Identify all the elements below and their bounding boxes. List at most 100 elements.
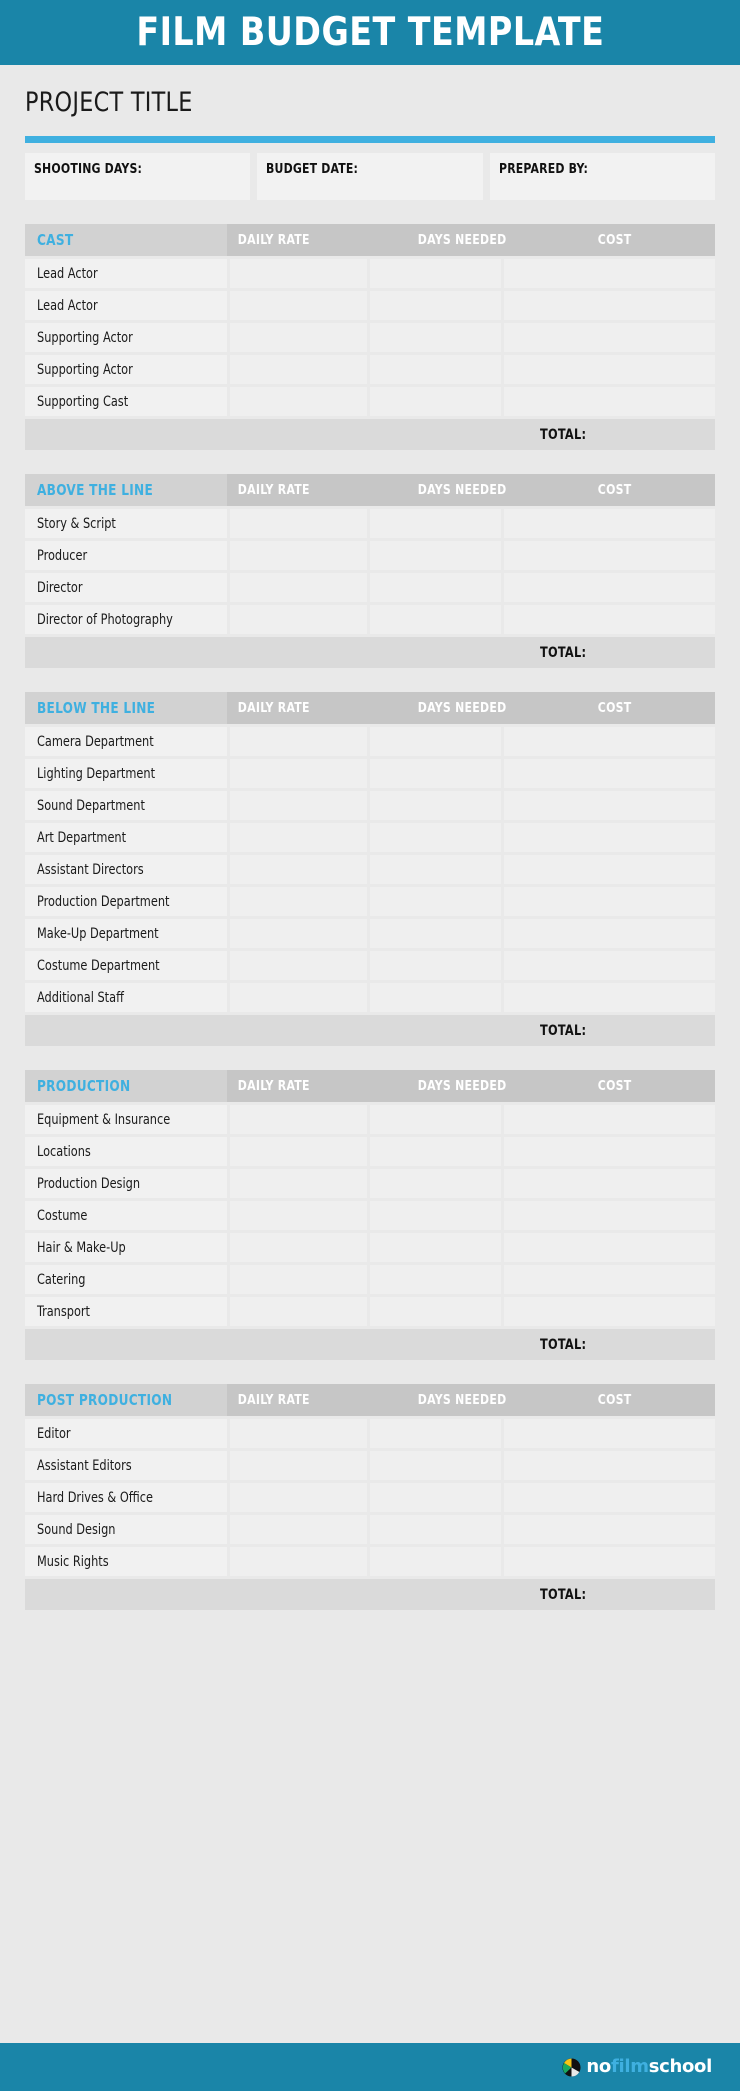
cost-input[interactable]	[504, 919, 715, 948]
daily-rate-input[interactable]	[230, 791, 367, 820]
daily-rate-input[interactable]	[230, 951, 367, 980]
daily-rate-input[interactable]	[230, 1233, 367, 1262]
days-needed-input[interactable]	[370, 1169, 501, 1198]
section-name-cell: PRODUCTION	[25, 1070, 227, 1102]
daily-rate-input[interactable]	[230, 1297, 367, 1326]
nofilmschool-logo[interactable]: nofilmschool	[562, 2058, 712, 2077]
cost-input[interactable]	[504, 355, 715, 384]
daily-rate-input[interactable]	[230, 323, 367, 352]
daily-rate-input[interactable]	[230, 1483, 367, 1512]
section-title: CAST	[37, 231, 74, 249]
daily-rate-input[interactable]	[230, 509, 367, 538]
days-needed-input[interactable]	[370, 355, 501, 384]
daily-rate-input[interactable]	[230, 1515, 367, 1544]
daily-rate-input[interactable]	[230, 1201, 367, 1230]
days-needed-input[interactable]	[370, 855, 501, 884]
days-needed-input[interactable]	[370, 727, 501, 756]
days-needed-input[interactable]	[370, 259, 501, 288]
days-needed-input[interactable]	[370, 919, 501, 948]
cost-input[interactable]	[504, 509, 715, 538]
cost-input[interactable]	[504, 1483, 715, 1512]
cost-input[interactable]	[504, 759, 715, 788]
daily-rate-input[interactable]	[230, 1265, 367, 1294]
days-needed-input[interactable]	[370, 951, 501, 980]
days-needed-input[interactable]	[370, 573, 501, 602]
days-needed-input[interactable]	[370, 605, 501, 634]
days-needed-input[interactable]	[370, 887, 501, 916]
daily-rate-input[interactable]	[230, 983, 367, 1012]
cost-input[interactable]	[504, 951, 715, 980]
cost-input[interactable]	[504, 855, 715, 884]
days-needed-input[interactable]	[370, 1451, 501, 1480]
section-name-cell: POST PRODUCTION	[25, 1384, 227, 1416]
column-header-cost: COST	[597, 1392, 632, 1408]
daily-rate-input[interactable]	[230, 387, 367, 416]
days-needed-input[interactable]	[370, 1201, 501, 1230]
days-needed-input[interactable]	[370, 1419, 501, 1448]
days-needed-input[interactable]	[370, 541, 501, 570]
days-needed-input[interactable]	[370, 1483, 501, 1512]
daily-rate-input[interactable]	[230, 759, 367, 788]
days-needed-input[interactable]	[370, 1137, 501, 1166]
daily-rate-input[interactable]	[230, 1419, 367, 1448]
daily-rate-input[interactable]	[230, 355, 367, 384]
cost-input[interactable]	[504, 1201, 715, 1230]
daily-rate-input[interactable]	[230, 919, 367, 948]
daily-rate-input[interactable]	[230, 1105, 367, 1134]
cost-input[interactable]	[504, 1233, 715, 1262]
daily-rate-input[interactable]	[230, 259, 367, 288]
cost-input[interactable]	[504, 387, 715, 416]
days-needed-input[interactable]	[370, 1547, 501, 1576]
days-needed-input[interactable]	[370, 791, 501, 820]
cost-input[interactable]	[504, 1137, 715, 1166]
days-needed-input[interactable]	[370, 1105, 501, 1134]
cost-input[interactable]	[504, 1547, 715, 1576]
days-needed-input[interactable]	[370, 509, 501, 538]
daily-rate-input[interactable]	[230, 823, 367, 852]
days-needed-input[interactable]	[370, 1233, 501, 1262]
days-needed-input[interactable]	[370, 1297, 501, 1326]
days-needed-input[interactable]	[370, 291, 501, 320]
budget-date-field[interactable]: BUDGET DATE:	[257, 153, 483, 200]
cost-input[interactable]	[504, 1515, 715, 1544]
cost-input[interactable]	[504, 983, 715, 1012]
daily-rate-input[interactable]	[230, 727, 367, 756]
cost-input[interactable]	[504, 887, 715, 916]
cost-input[interactable]	[504, 1419, 715, 1448]
daily-rate-input[interactable]	[230, 1169, 367, 1198]
row-label: Supporting Cast	[37, 393, 129, 410]
cost-input[interactable]	[504, 605, 715, 634]
prepared-by-field[interactable]: PREPARED BY:	[489, 153, 715, 200]
cost-input[interactable]	[504, 727, 715, 756]
daily-rate-input[interactable]	[230, 541, 367, 570]
days-needed-input[interactable]	[370, 759, 501, 788]
row-label-cell: Assistant Directors	[25, 855, 227, 884]
cost-input[interactable]	[504, 1169, 715, 1198]
daily-rate-input[interactable]	[230, 855, 367, 884]
days-needed-input[interactable]	[370, 1515, 501, 1544]
cost-input[interactable]	[504, 573, 715, 602]
days-needed-input[interactable]	[370, 1265, 501, 1294]
cost-input[interactable]	[504, 1105, 715, 1134]
daily-rate-input[interactable]	[230, 1451, 367, 1480]
cost-input[interactable]	[504, 1451, 715, 1480]
cost-input[interactable]	[504, 791, 715, 820]
cost-input[interactable]	[504, 323, 715, 352]
daily-rate-input[interactable]	[230, 605, 367, 634]
daily-rate-input[interactable]	[230, 573, 367, 602]
daily-rate-input[interactable]	[230, 1547, 367, 1576]
shooting-days-field[interactable]: SHOOTING DAYS:	[25, 153, 251, 200]
cost-input[interactable]	[504, 823, 715, 852]
cost-input[interactable]	[504, 291, 715, 320]
daily-rate-input[interactable]	[230, 291, 367, 320]
days-needed-input[interactable]	[370, 387, 501, 416]
daily-rate-input[interactable]	[230, 1137, 367, 1166]
days-needed-input[interactable]	[370, 323, 501, 352]
cost-input[interactable]	[504, 1297, 715, 1326]
daily-rate-input[interactable]	[230, 887, 367, 916]
cost-input[interactable]	[504, 1265, 715, 1294]
cost-input[interactable]	[504, 259, 715, 288]
days-needed-input[interactable]	[370, 823, 501, 852]
days-needed-input[interactable]	[370, 983, 501, 1012]
cost-input[interactable]	[504, 541, 715, 570]
